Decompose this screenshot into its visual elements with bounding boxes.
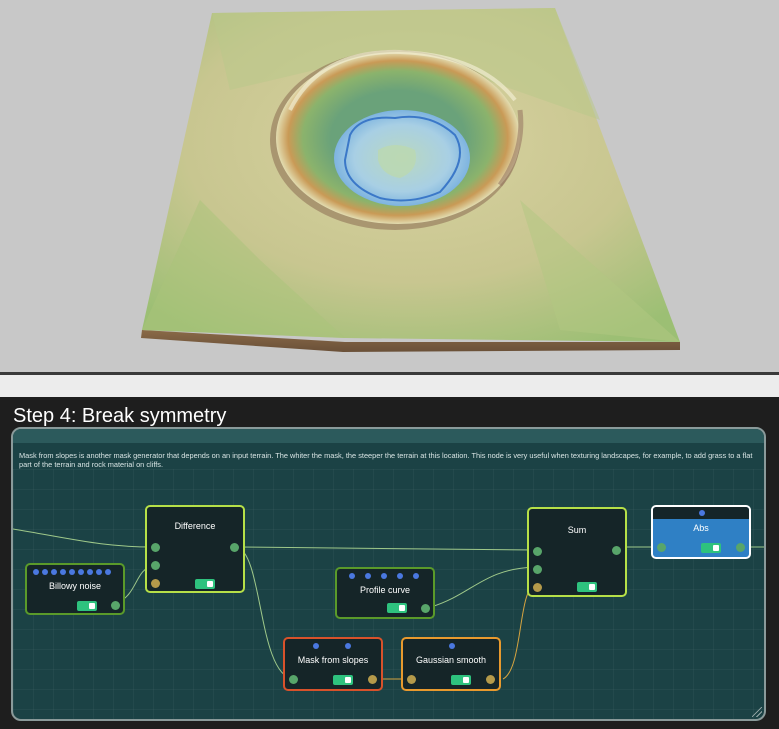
node-difference[interactable]: Difference [145,505,245,593]
input-port[interactable] [407,675,416,684]
param-port-icon[interactable] [413,573,419,579]
seed-port-icon[interactable] [60,569,66,575]
node-title: Mask from slopes [297,655,369,665]
output-port[interactable] [736,543,745,552]
param-port-icon[interactable] [345,643,351,649]
mask-port[interactable] [533,583,542,592]
wire-input-to-difference [13,528,154,548]
input-port[interactable] [151,543,160,552]
node-graph-area[interactable]: Step 4: Break symmetry Mask from slopes … [0,397,779,729]
seed-port-icon[interactable] [87,569,93,575]
node-toggle[interactable] [701,543,721,553]
node-gaussian-smooth[interactable]: Gaussian smooth [401,637,501,691]
input-port[interactable] [289,675,298,684]
node-toggle[interactable] [577,582,597,592]
node-title: Difference [174,521,216,531]
resize-handle-icon[interactable] [752,707,762,717]
node-billowy-noise[interactable]: Billowy noise [25,563,125,615]
param-port-icon[interactable] [381,573,387,579]
node-mask-from-slopes[interactable]: Mask from slopes [283,637,383,691]
output-port[interactable] [111,601,120,610]
output-port[interactable] [612,546,621,555]
input-port[interactable] [151,561,160,570]
node-toggle[interactable] [333,675,353,685]
step-title: Step 4: Break symmetry [13,405,227,427]
wire-difference-to-sum [236,546,536,551]
output-port[interactable] [230,543,239,552]
wire-gaussian-to-sum [502,584,536,680]
seed-port-icon[interactable] [78,569,84,575]
param-port-icon[interactable] [397,573,403,579]
node-title: Sum [567,525,587,535]
seed-port-icon[interactable] [42,569,48,575]
toolbar-strip [0,375,779,397]
mask-port[interactable] [151,579,160,588]
seed-port-icon[interactable] [51,569,57,575]
input-port[interactable] [533,547,542,556]
node-toggle[interactable] [387,603,407,613]
node-toggle[interactable] [195,579,215,589]
node-title: Billowy noise [48,581,102,591]
input-port[interactable] [657,543,666,552]
node-profile-curve[interactable]: Profile curve [335,567,435,619]
param-port-icon[interactable] [365,573,371,579]
node-toggle[interactable] [77,601,97,611]
node-abs[interactable]: Abs [651,505,751,559]
output-port[interactable] [368,675,377,684]
node-toggle[interactable] [451,675,471,685]
node-title: Abs [693,523,709,533]
node-sum[interactable]: Sum [527,507,627,597]
wire-profile-to-sum [430,566,536,608]
seed-port-icon[interactable] [33,569,39,575]
output-port[interactable] [486,675,495,684]
input-port[interactable] [533,565,542,574]
node-title: Gaussian smooth [415,655,487,665]
param-port-icon[interactable] [313,643,319,649]
terrain-render [141,8,680,352]
output-port[interactable] [421,604,430,613]
param-port-icon[interactable] [699,510,705,516]
terrain-viewport[interactable] [0,0,779,372]
seed-port-icon[interactable] [105,569,111,575]
seed-port-icon[interactable] [69,569,75,575]
param-port-icon[interactable] [449,643,455,649]
comment-frame[interactable]: Mask from slopes is another mask generat… [11,427,766,721]
node-title: Profile curve [359,585,411,595]
seed-port-icon[interactable] [96,569,102,575]
param-port-icon[interactable] [349,573,355,579]
